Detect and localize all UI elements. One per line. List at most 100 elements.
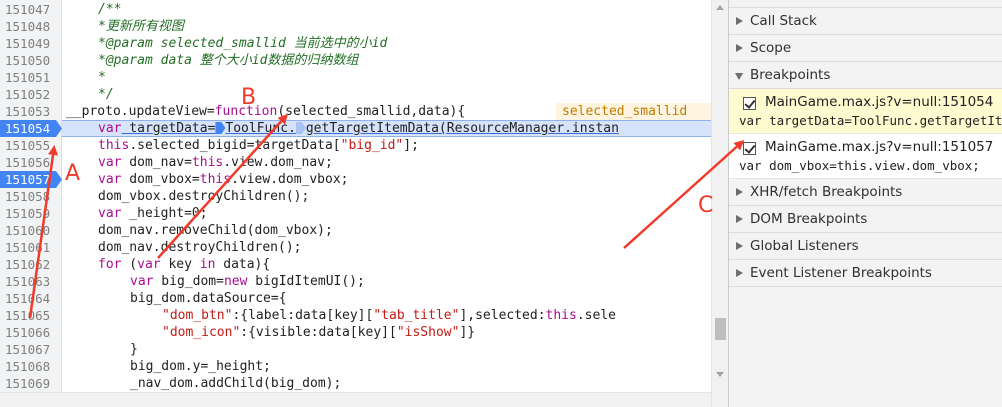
code-row: 151063 var big_dom=new bigIdItemUI();: [0, 273, 711, 290]
code-line[interactable]: "dom_btn":{label:data[key]["tab_title"],…: [162, 307, 616, 324]
line-number[interactable]: 151063: [0, 273, 62, 290]
code-token: dom_vbox.destroyChildren();: [98, 189, 310, 204]
code-token: var: [98, 155, 122, 170]
section-event-listener-breakpoints[interactable]: Event Listener Breakpoints: [729, 260, 1002, 287]
line-number-text: 151061: [5, 240, 51, 255]
breakpoint-location: MainGame.max.js?v=null:151054: [765, 94, 994, 110]
line-number-text: 151068: [5, 359, 51, 374]
line-number[interactable]: 151055: [0, 137, 62, 154]
collapsed-triangle-icon: [736, 17, 743, 25]
line-number[interactable]: 151066: [0, 324, 62, 341]
code-row: 151048 *更新所有视图: [0, 18, 711, 35]
code-line[interactable]: var dom_vbox=this.view.dom_vbox;: [98, 171, 348, 188]
line-number[interactable]: 151049: [0, 35, 62, 52]
section-xhr-breakpoints[interactable]: XHR/fetch Breakpoints: [729, 179, 1002, 206]
section-label: XHR/fetch Breakpoints: [750, 184, 903, 200]
source-editor[interactable]: 151047 /** 151048 *更新所有视图 151049 *@param sele…: [0, 0, 711, 407]
code-row: 151054 var targetData= ToolFunc. getTargetI…: [0, 120, 711, 137]
line-number[interactable]: 151053: [0, 103, 62, 120]
code-row: 151053 __proto.updateView=function(select…: [0, 103, 711, 120]
code-line[interactable]: var big_dom=new bigIdItemUI();: [130, 273, 365, 290]
code-line[interactable]: }: [130, 341, 138, 358]
code-token: for: [98, 257, 122, 272]
code-row: 151055 this.selected_bigid=targetData["bi…: [0, 137, 711, 154]
line-number[interactable]: 151059: [0, 205, 62, 222]
code-line[interactable]: __proto.updateView=function(selected_sma…: [66, 103, 465, 120]
breakpoint-checkbox[interactable]: [743, 142, 756, 155]
breakpoint-code-snippet: var dom_vbox=this.view.dom_vbox;: [739, 158, 980, 173]
code-token: bigIdItemUI();: [247, 274, 365, 289]
code-token: data){: [215, 257, 271, 272]
line-number[interactable]: 151051: [0, 69, 62, 86]
code-token: var: [98, 172, 122, 187]
line-number[interactable]: 151048: [0, 18, 62, 35]
code-line[interactable]: */: [98, 86, 114, 103]
code-line[interactable]: _nav_dom.addChild(big_dom);: [130, 375, 341, 392]
code-line[interactable]: "dom_icon":{visible:data[key]["isShow"]}: [162, 324, 475, 341]
line-number-text: 151060: [5, 223, 51, 238]
code-line[interactable]: *@param data 整个大小id数据的归纳数组: [98, 52, 358, 69]
inline-breakpoint-icon[interactable]: [295, 122, 306, 134]
section-global-listeners[interactable]: Global Listeners: [729, 233, 1002, 260]
line-number[interactable]: 151060: [0, 222, 62, 239]
line-number[interactable]: 151062: [0, 256, 62, 273]
line-number[interactable]: 151064: [0, 290, 62, 307]
breakpoint-checkbox[interactable]: [743, 97, 756, 110]
line-number[interactable]: 151061: [0, 239, 62, 256]
line-number[interactable]: 151068: [0, 358, 62, 375]
line-number[interactable]: 151052: [0, 86, 62, 103]
breakpoint-line-number[interactable]: 151054: [0, 120, 62, 137]
code-line[interactable]: dom_nav.destroyChildren();: [98, 239, 302, 256]
code-token: dom_nav.removeChild(dom_vbox);: [98, 223, 333, 238]
line-number[interactable]: 151047: [0, 1, 62, 18]
code-token: dom_nav=: [121, 155, 192, 170]
code-token: .view.dom_nav;: [223, 155, 333, 170]
section-scope[interactable]: Scope: [729, 35, 1002, 62]
breakpoint-item-151057[interactable]: MainGame.max.js?v=null:151057 var dom_vb…: [729, 134, 1002, 179]
breakpoint-item-151054[interactable]: MainGame.max.js?v=null:151054 var target…: [729, 89, 1002, 134]
code-token: *: [98, 70, 106, 85]
code-line[interactable]: *更新所有视图: [98, 18, 184, 35]
line-number[interactable]: 151050: [0, 52, 62, 69]
code-line[interactable]: big_dom.y=_height;: [130, 358, 271, 375]
code-line[interactable]: var _height=0;: [98, 205, 208, 222]
line-number[interactable]: 151056: [0, 154, 62, 171]
code-line[interactable]: for (var key in data){: [98, 256, 270, 273]
code-line[interactable]: dom_nav.removeChild(dom_vbox);: [98, 222, 333, 239]
code-line[interactable]: dom_vbox.destroyChildren();: [98, 188, 309, 205]
editor-horizontal-scrollbar[interactable]: [0, 392, 711, 407]
scroll-down-arrow-icon[interactable]: [716, 372, 724, 377]
section-label: Event Listener Breakpoints: [750, 265, 932, 281]
line-number-text: 151055: [5, 138, 51, 153]
code-line[interactable]: var dom_nav=this.view.dom_nav;: [98, 154, 333, 171]
scroll-thumb[interactable]: [715, 318, 726, 340]
line-number-text: 151062: [5, 257, 51, 272]
section-dom-breakpoints[interactable]: DOM Breakpoints: [729, 206, 1002, 233]
code-row: 151064 big_dom.dataSource={: [0, 290, 711, 307]
code-line[interactable]: *: [98, 69, 106, 86]
line-number[interactable]: 151065: [0, 307, 62, 324]
line-number[interactable]: 151069: [0, 375, 62, 392]
scroll-up-arrow-icon[interactable]: [716, 5, 724, 10]
line-number-text: 151067: [5, 342, 51, 357]
code-line[interactable]: var targetData= ToolFunc. getTargetItemDat…: [98, 120, 619, 137]
line-number-text: 151064: [5, 291, 51, 306]
line-number[interactable]: 151058: [0, 188, 62, 205]
inline-breakpoint-icon[interactable]: [215, 122, 226, 134]
code-token: big_dom.y=_height;: [130, 359, 271, 374]
code-line[interactable]: this.selected_bigid=targetData["big_id"]…: [98, 137, 419, 154]
breakpoint-line-number[interactable]: 151057: [0, 171, 62, 188]
editor-vertical-scrollbar[interactable]: [711, 0, 728, 407]
code-token: function: [214, 104, 278, 119]
line-number-text: 151065: [5, 308, 51, 323]
code-token: ToolFunc.: [225, 121, 296, 136]
line-number-text: 151050: [5, 53, 51, 68]
code-line[interactable]: /**: [98, 1, 121, 18]
section-breakpoints[interactable]: Breakpoints: [729, 62, 1002, 89]
code-token: big_dom=: [153, 274, 224, 289]
code-line[interactable]: *@param selected_smallid 当前选中的小id: [98, 35, 387, 52]
section-call-stack[interactable]: Call Stack: [729, 8, 1002, 35]
code-token: var: [137, 257, 161, 272]
code-line[interactable]: big_dom.dataSource={: [130, 290, 287, 307]
line-number[interactable]: 151067: [0, 341, 62, 358]
